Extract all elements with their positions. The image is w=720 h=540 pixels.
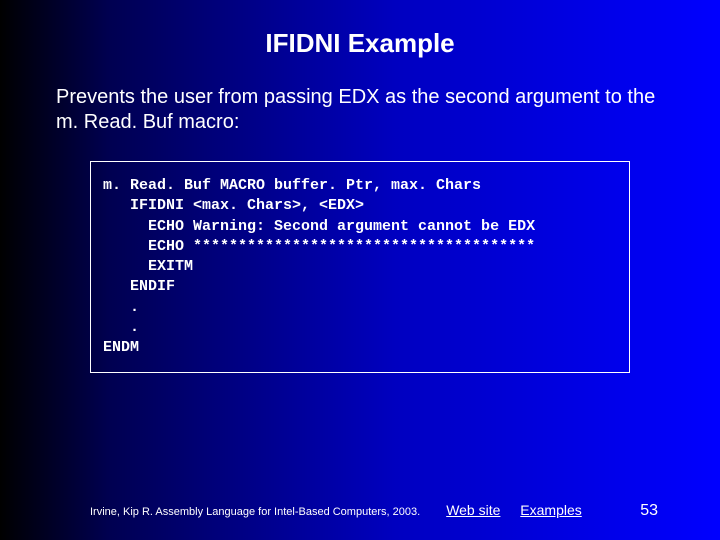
- footer-credit: Irvine, Kip R. Assembly Language for Int…: [90, 506, 420, 518]
- link-examples[interactable]: Examples: [520, 502, 581, 518]
- page-number: 53: [640, 502, 664, 520]
- link-web-site[interactable]: Web site: [446, 502, 500, 518]
- code-listing: m. Read. Buf MACRO buffer. Ptr, max. Cha…: [103, 176, 617, 358]
- slide-title: IFIDNI Example: [0, 0, 720, 77]
- footer: Irvine, Kip R. Assembly Language for Int…: [0, 502, 720, 520]
- footer-links: Web site Examples: [438, 502, 590, 518]
- slide: IFIDNI Example Prevents the user from pa…: [0, 0, 720, 540]
- code-box: m. Read. Buf MACRO buffer. Ptr, max. Cha…: [90, 161, 630, 373]
- slide-body-text: Prevents the user from passing EDX as th…: [0, 85, 720, 135]
